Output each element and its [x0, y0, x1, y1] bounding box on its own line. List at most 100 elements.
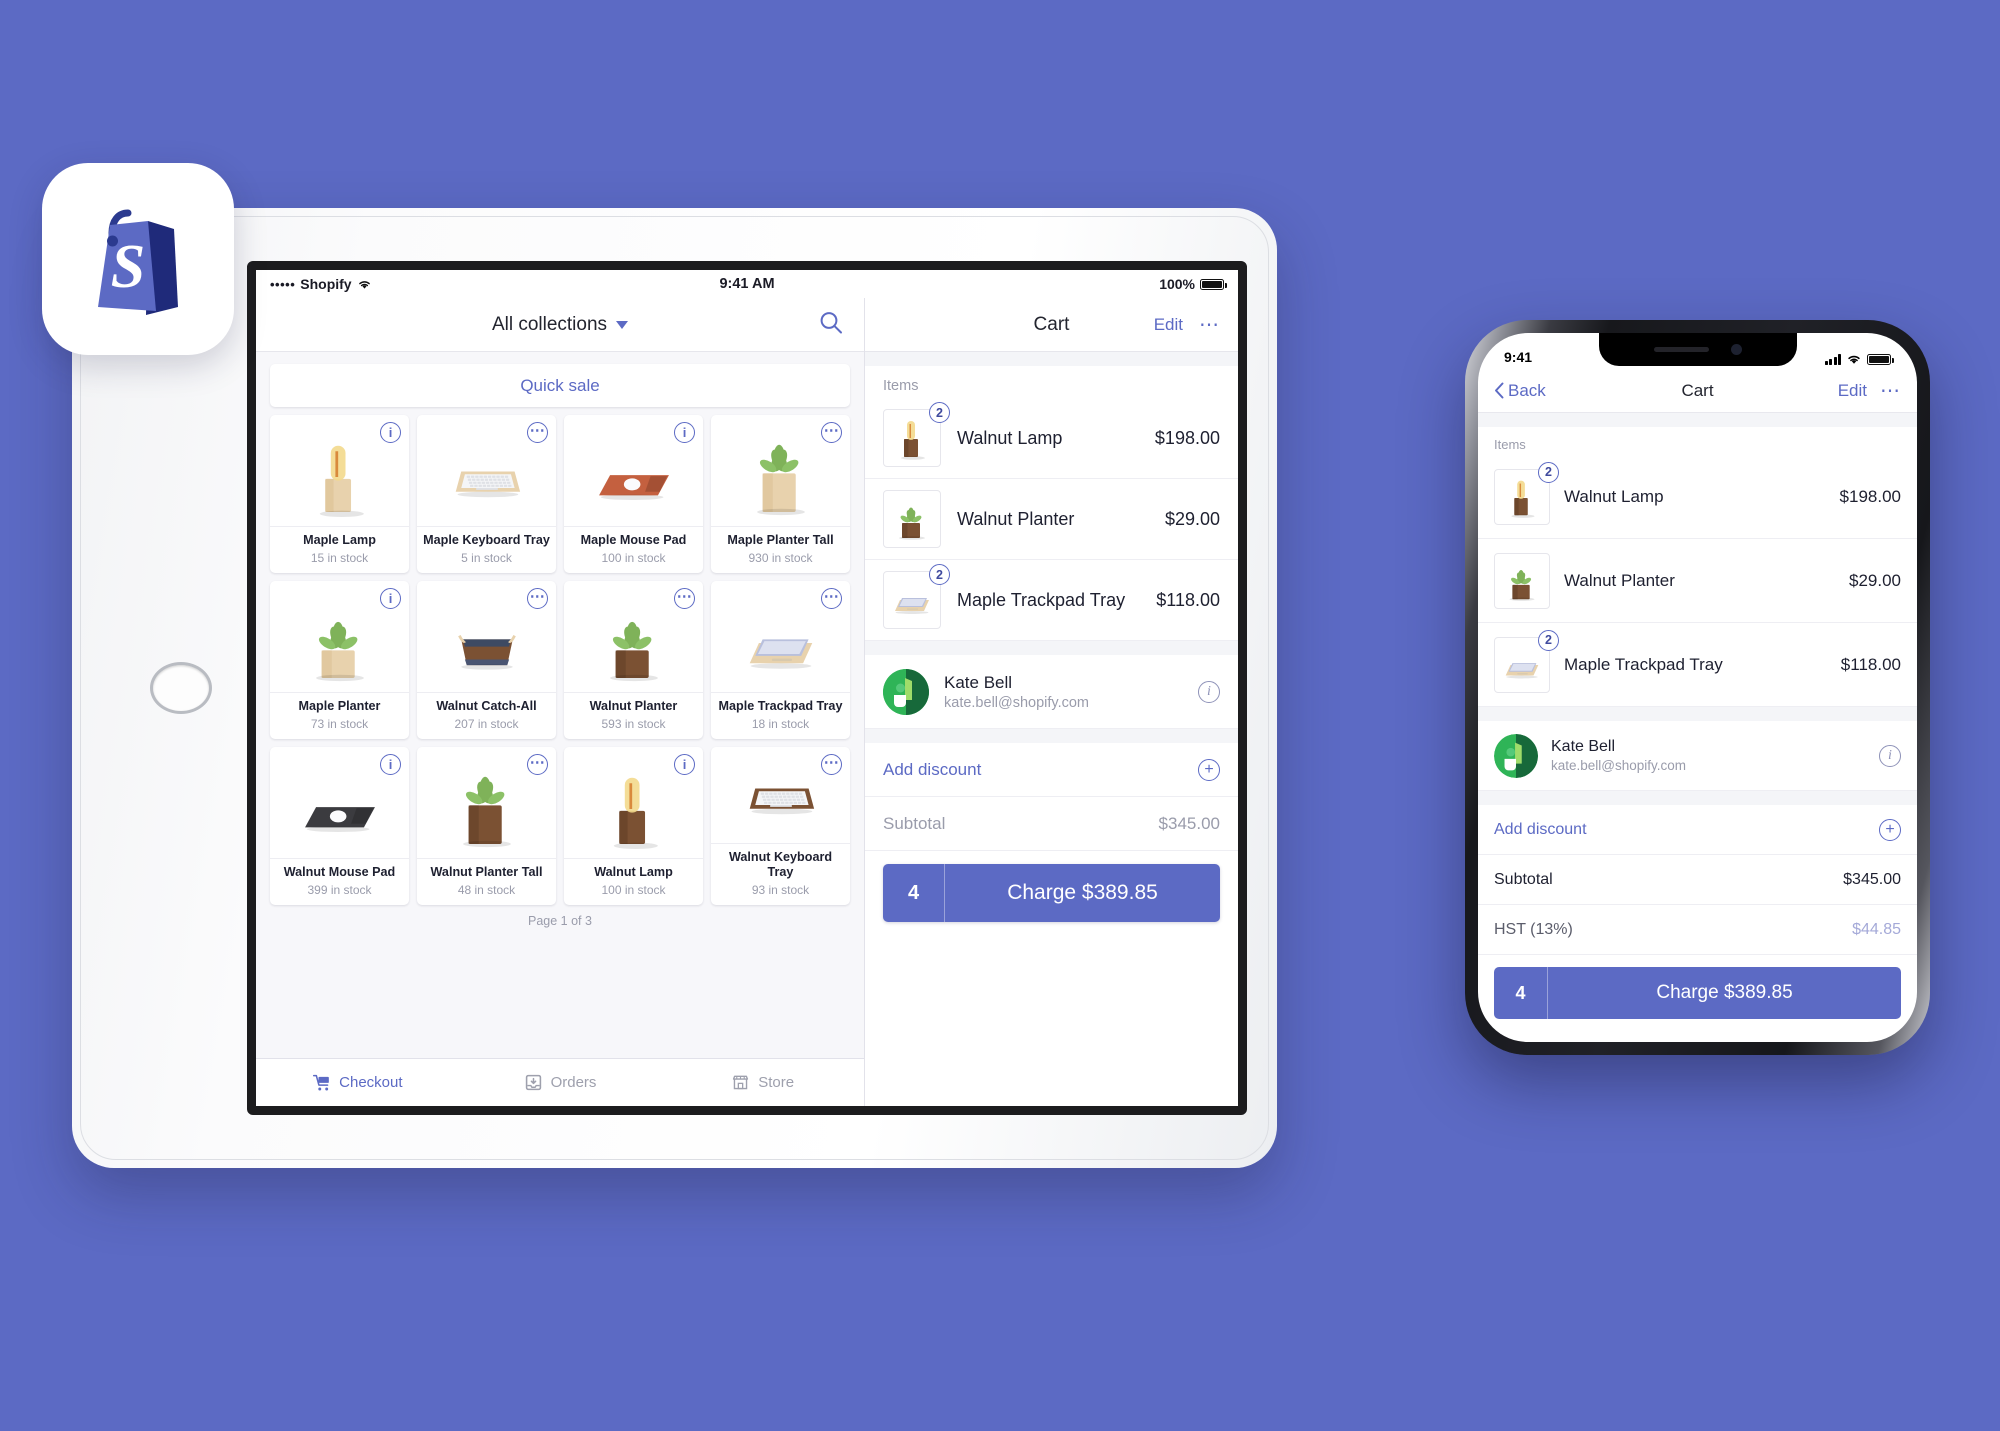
cart-edit-button[interactable]: Edit — [1154, 315, 1183, 335]
customer-row[interactable]: Kate Bell kate.bell@shopify.com i — [1478, 721, 1917, 791]
product-info-icon[interactable]: i — [380, 754, 401, 775]
product-card[interactable]: i Maple Mouse Pad 100 in stock — [564, 415, 703, 573]
product-card[interactable]: ⋯ Maple Trackpad Tray 18 in stock — [711, 581, 850, 739]
product-card[interactable]: i Walnut Lamp 100 in stock — [564, 747, 703, 905]
product-image: i — [564, 415, 703, 526]
tab-orders[interactable]: Orders — [459, 1073, 662, 1092]
product-stock: 73 in stock — [310, 717, 369, 731]
svg-text:S: S — [111, 233, 145, 301]
product-more-icon[interactable]: ⋯ — [821, 422, 842, 443]
cart-panel: Cart Edit ⋯ Items 2 Walnut Lamp $198.00 Wal… — [864, 298, 1238, 1106]
ellipsis-icon[interactable]: ⋯ — [1880, 381, 1901, 401]
cart-item-name: Walnut Lamp — [957, 427, 1063, 448]
charge-button[interactable]: 4 Charge $389.85 — [1494, 967, 1901, 1019]
product-card[interactable]: ⋯ Walnut Keyboard Tray 93 in stock — [711, 747, 850, 905]
product-more-icon[interactable]: ⋯ — [821, 588, 842, 609]
product-stock: 5 in stock — [461, 551, 512, 565]
product-card[interactable]: i Walnut Mouse Pad 399 in stock — [270, 747, 409, 905]
section-divider — [865, 641, 1238, 655]
product-info-icon[interactable]: i — [380, 422, 401, 443]
product-meta: Maple Mouse Pad 100 in stock — [564, 526, 703, 573]
catalog-header: All collections — [256, 298, 864, 352]
cart-item-price: $198.00 — [1154, 427, 1220, 448]
tab-label: Orders — [550, 1074, 597, 1091]
back-label: Back — [1508, 380, 1546, 400]
tab-checkout[interactable]: Checkout — [256, 1073, 459, 1092]
charge-label: Charge $389.85 — [1007, 881, 1158, 904]
add-discount-label: Add discount — [1494, 820, 1587, 838]
tax-label: HST (13%) — [1494, 920, 1573, 938]
charge-button[interactable]: 4 Charge $389.85 — [883, 864, 1220, 922]
cart-item-thumb-wrap — [883, 490, 941, 548]
customer-row[interactable]: Kate Bell kate.bell@shopify.com i — [865, 655, 1238, 729]
plus-circle-icon[interactable]: + — [1879, 818, 1901, 841]
iphone-nav-bar: Back Cart Edit ⋯ — [1478, 369, 1917, 413]
product-card[interactable]: i Maple Planter 73 in stock — [270, 581, 409, 739]
cart-item-thumb-wrap: 2 — [883, 402, 950, 467]
product-meta: Walnut Mouse Pad 399 in stock — [270, 858, 409, 905]
search-icon[interactable] — [818, 309, 844, 340]
product-more-icon[interactable]: ⋯ — [674, 588, 695, 609]
back-button[interactable]: Back — [1494, 381, 1546, 401]
charge-button-wrapper: 4 Charge $389.85 — [865, 851, 1238, 940]
charge-label: Charge $389.85 — [1656, 982, 1793, 1003]
tab-label: Checkout — [339, 1074, 403, 1091]
ipad-home-button[interactable] — [150, 662, 212, 714]
cart-icon — [312, 1073, 331, 1092]
charge-quantity: 4 — [1494, 967, 1548, 1019]
subtotal-row: Subtotal $345.00 — [865, 797, 1238, 851]
product-card[interactable]: ⋯ Walnut Catch-All 207 in stock — [417, 581, 556, 739]
edit-button[interactable]: Edit — [1838, 381, 1867, 401]
tax-row: HST (13%) $44.85 — [1478, 905, 1917, 955]
tab-store[interactable]: Store — [661, 1073, 864, 1092]
cart-item-row[interactable]: 2 Walnut Lamp $198.00 — [1478, 455, 1917, 539]
collections-selector[interactable]: All collections — [492, 314, 629, 336]
product-card[interactable]: ⋯ Walnut Planter Tall 48 in stock — [417, 747, 556, 905]
cart-item-name: Walnut Planter — [957, 508, 1075, 529]
product-card[interactable]: i Maple Lamp 15 in stock — [270, 415, 409, 573]
iphone-cart-content: Items 2 Walnut Lamp $198.00 Walnut Planter $… — [1478, 413, 1917, 1042]
product-image: i — [270, 747, 409, 858]
product-more-icon[interactable]: ⋯ — [527, 754, 548, 775]
info-circle-icon[interactable]: i — [1879, 744, 1901, 767]
subtotal-label: Subtotal — [1494, 870, 1553, 888]
info-circle-icon[interactable]: i — [1198, 680, 1220, 703]
quick-sale-wrapper: Quick sale — [256, 352, 864, 413]
product-image: ⋯ — [711, 415, 850, 526]
product-meta: Walnut Lamp 100 in stock — [564, 858, 703, 905]
add-discount-row[interactable]: Add discount + — [1478, 805, 1917, 855]
add-discount-row[interactable]: Add discount + — [865, 743, 1238, 797]
customer-email: kate.bell@shopify.com — [944, 694, 1090, 711]
product-card[interactable]: ⋯ Maple Planter Tall 930 in stock — [711, 415, 850, 573]
plus-circle-icon[interactable]: + — [1198, 758, 1220, 781]
customer-email: kate.bell@shopify.com — [1551, 758, 1687, 773]
product-meta: Maple Keyboard Tray 5 in stock — [417, 526, 556, 573]
customer-name: Kate Bell — [1551, 738, 1616, 755]
product-more-icon[interactable]: ⋯ — [527, 422, 548, 443]
product-meta: Maple Lamp 15 in stock — [270, 526, 409, 573]
product-card[interactable]: ⋯ Maple Keyboard Tray 5 in stock — [417, 415, 556, 573]
product-more-icon[interactable]: ⋯ — [527, 588, 548, 609]
cart-item-row[interactable]: 2 Walnut Lamp $198.00 — [865, 398, 1238, 479]
quick-sale-button[interactable]: Quick sale — [270, 364, 850, 407]
subtotal-value: $345.00 — [1843, 870, 1901, 888]
ellipsis-icon[interactable]: ⋯ — [1199, 315, 1220, 335]
cellular-bars-icon — [1825, 354, 1841, 365]
product-image: i — [564, 747, 703, 858]
product-more-icon[interactable]: ⋯ — [821, 754, 842, 775]
cart-item-row[interactable]: Walnut Planter $29.00 — [1478, 539, 1917, 623]
status-time: 9:41 AM — [719, 276, 775, 292]
product-info-icon[interactable]: i — [380, 588, 401, 609]
product-info-icon[interactable]: i — [674, 422, 695, 443]
product-image: ⋯ — [711, 581, 850, 692]
iphone-status-bar: 9:41 — [1478, 333, 1917, 369]
product-card[interactable]: ⋯ Walnut Planter 593 in stock — [564, 581, 703, 739]
product-stock: 207 in stock — [454, 717, 519, 731]
cart-item-row[interactable]: 2 Maple Trackpad Tray $118.00 — [1478, 623, 1917, 707]
product-image: ⋯ — [564, 581, 703, 692]
subtotal-label: Subtotal — [883, 813, 946, 833]
product-info-icon[interactable]: i — [674, 754, 695, 775]
cart-item-row[interactable]: 2 Maple Trackpad Tray $118.00 — [865, 560, 1238, 641]
cart-item-row[interactable]: Walnut Planter $29.00 — [865, 479, 1238, 560]
customer-name: Kate Bell — [944, 672, 1013, 692]
